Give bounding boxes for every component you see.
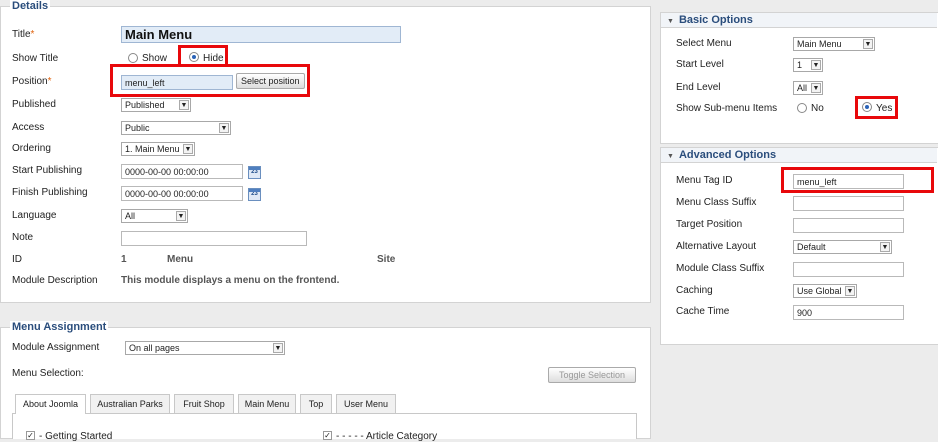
menu-selection-label: Menu Selection: bbox=[12, 368, 84, 379]
menu-assignment-legend: Menu Assignment bbox=[10, 321, 109, 333]
chevron-down-icon: ▼ bbox=[183, 144, 193, 154]
alternative-layout-label: Alternative Layout bbox=[676, 241, 757, 252]
tab-top[interactable]: Top bbox=[300, 394, 332, 413]
language-label: Language bbox=[12, 210, 57, 221]
ordering-select[interactable]: 1. Main Menu ▼ bbox=[121, 142, 195, 156]
chevron-down-icon: ▼ bbox=[179, 100, 189, 110]
module-description-label: Module Description bbox=[12, 275, 98, 286]
id-label: ID bbox=[12, 254, 22, 265]
note-input[interactable] bbox=[121, 231, 307, 246]
title-label: Title* bbox=[12, 29, 35, 40]
calendar-icon[interactable]: 23 bbox=[248, 188, 261, 201]
ordering-label: Ordering bbox=[12, 143, 51, 154]
advanced-options-header[interactable]: ▼ Advanced Options bbox=[661, 148, 937, 163]
module-type: Menu bbox=[167, 254, 194, 265]
chevron-down-icon: ▼ bbox=[219, 123, 229, 133]
position-input[interactable]: menu_left bbox=[121, 75, 233, 90]
list-item: - - - - - Article Category bbox=[336, 431, 438, 442]
start-publishing-input[interactable]: 0000-00-00 00:00:00 bbox=[121, 164, 243, 179]
start-publishing-label: Start Publishing bbox=[12, 165, 83, 176]
client-type: Site bbox=[377, 254, 396, 265]
chevron-down-icon: ▼ bbox=[845, 286, 855, 296]
finish-publishing-label: Finish Publishing bbox=[12, 187, 88, 198]
chevron-down-icon: ▼ bbox=[880, 242, 890, 252]
details-legend: Details bbox=[10, 0, 51, 12]
menu-tag-id-input[interactable]: menu_left bbox=[793, 174, 904, 189]
position-label: Position* bbox=[12, 76, 52, 87]
details-panel bbox=[0, 6, 651, 303]
show-title-hide-radio[interactable] bbox=[189, 52, 199, 62]
caching-label: Caching bbox=[676, 285, 713, 296]
chevron-down-icon: ▼ bbox=[863, 39, 873, 49]
chevron-down-icon: ▼ bbox=[176, 211, 186, 221]
module-class-suffix-label: Module Class Suffix bbox=[676, 263, 765, 274]
chevron-down-icon: ▼ bbox=[811, 60, 821, 70]
published-select[interactable]: Published ▼ bbox=[121, 98, 191, 112]
section-toggle-icon: ▼ bbox=[667, 18, 674, 25]
start-level-label: Start Level bbox=[676, 59, 724, 70]
show-submenu-yes-radio[interactable] bbox=[862, 102, 872, 112]
show-submenu-no-radio[interactable] bbox=[797, 103, 807, 113]
show-submenu-yes-label: Yes bbox=[876, 103, 893, 114]
basic-options-header[interactable]: ▼ Basic Options bbox=[661, 13, 937, 28]
show-submenu-label: Show Sub-menu Items bbox=[676, 103, 778, 114]
menu-class-suffix-label: Menu Class Suffix bbox=[676, 197, 757, 208]
show-title-show-label: Show bbox=[142, 53, 168, 64]
finish-publishing-input[interactable]: 0000-00-00 00:00:00 bbox=[121, 186, 243, 201]
menu-class-suffix-input[interactable] bbox=[793, 196, 904, 211]
show-title-label: Show Title bbox=[12, 53, 59, 64]
select-menu-label: Select Menu bbox=[676, 38, 732, 49]
access-label: Access bbox=[12, 122, 45, 133]
tab-about-joomla[interactable]: About Joomla bbox=[15, 394, 86, 414]
tab-main-menu[interactable]: Main Menu bbox=[238, 394, 296, 413]
end-level-label: End Level bbox=[676, 82, 721, 93]
end-level-select[interactable]: All ▼ bbox=[793, 81, 823, 95]
tab-australian-parks[interactable]: Australian Parks bbox=[90, 394, 170, 413]
show-title-hide-label: Hide bbox=[203, 53, 224, 64]
select-position-button[interactable]: Select position bbox=[236, 73, 305, 89]
menu-tag-id-label: Menu Tag ID bbox=[676, 175, 733, 186]
tab-user-menu[interactable]: User Menu bbox=[336, 394, 396, 413]
module-assignment-select[interactable]: On all pages ▼ bbox=[125, 341, 285, 355]
chevron-down-icon: ▼ bbox=[811, 83, 821, 93]
access-select[interactable]: Public ▼ bbox=[121, 121, 231, 135]
module-description-value: This module displays a menu on the front… bbox=[121, 275, 340, 286]
toggle-selection-button[interactable]: Toggle Selection bbox=[548, 367, 636, 383]
cache-time-input[interactable]: 900 bbox=[793, 305, 904, 320]
alternative-layout-select[interactable]: Default ▼ bbox=[793, 240, 892, 254]
language-select[interactable]: All ▼ bbox=[121, 209, 188, 223]
cache-time-label: Cache Time bbox=[676, 306, 730, 317]
published-label: Published bbox=[12, 99, 56, 110]
tab-fruit-shop[interactable]: Fruit Shop bbox=[174, 394, 234, 413]
list-item: - Getting Started bbox=[39, 431, 113, 442]
module-assignment-label: Module Assignment bbox=[12, 342, 100, 353]
select-menu-select[interactable]: Main Menu ▼ bbox=[793, 37, 875, 51]
id-value: 1 bbox=[121, 254, 127, 265]
module-class-suffix-input[interactable] bbox=[793, 262, 904, 277]
target-position-label: Target Position bbox=[676, 219, 743, 230]
caching-select[interactable]: Use Global ▼ bbox=[793, 284, 857, 298]
calendar-icon[interactable]: 23 bbox=[248, 166, 261, 179]
section-toggle-icon: ▼ bbox=[667, 153, 674, 160]
target-position-input[interactable] bbox=[793, 218, 904, 233]
chevron-down-icon: ▼ bbox=[273, 343, 283, 353]
basic-options-panel bbox=[660, 12, 938, 144]
note-label: Note bbox=[12, 232, 34, 243]
title-input[interactable]: Main Menu bbox=[121, 26, 401, 43]
show-submenu-no-label: No bbox=[811, 103, 824, 114]
start-level-select[interactable]: 1 ▼ bbox=[793, 58, 823, 72]
show-title-show-radio[interactable] bbox=[128, 53, 138, 63]
